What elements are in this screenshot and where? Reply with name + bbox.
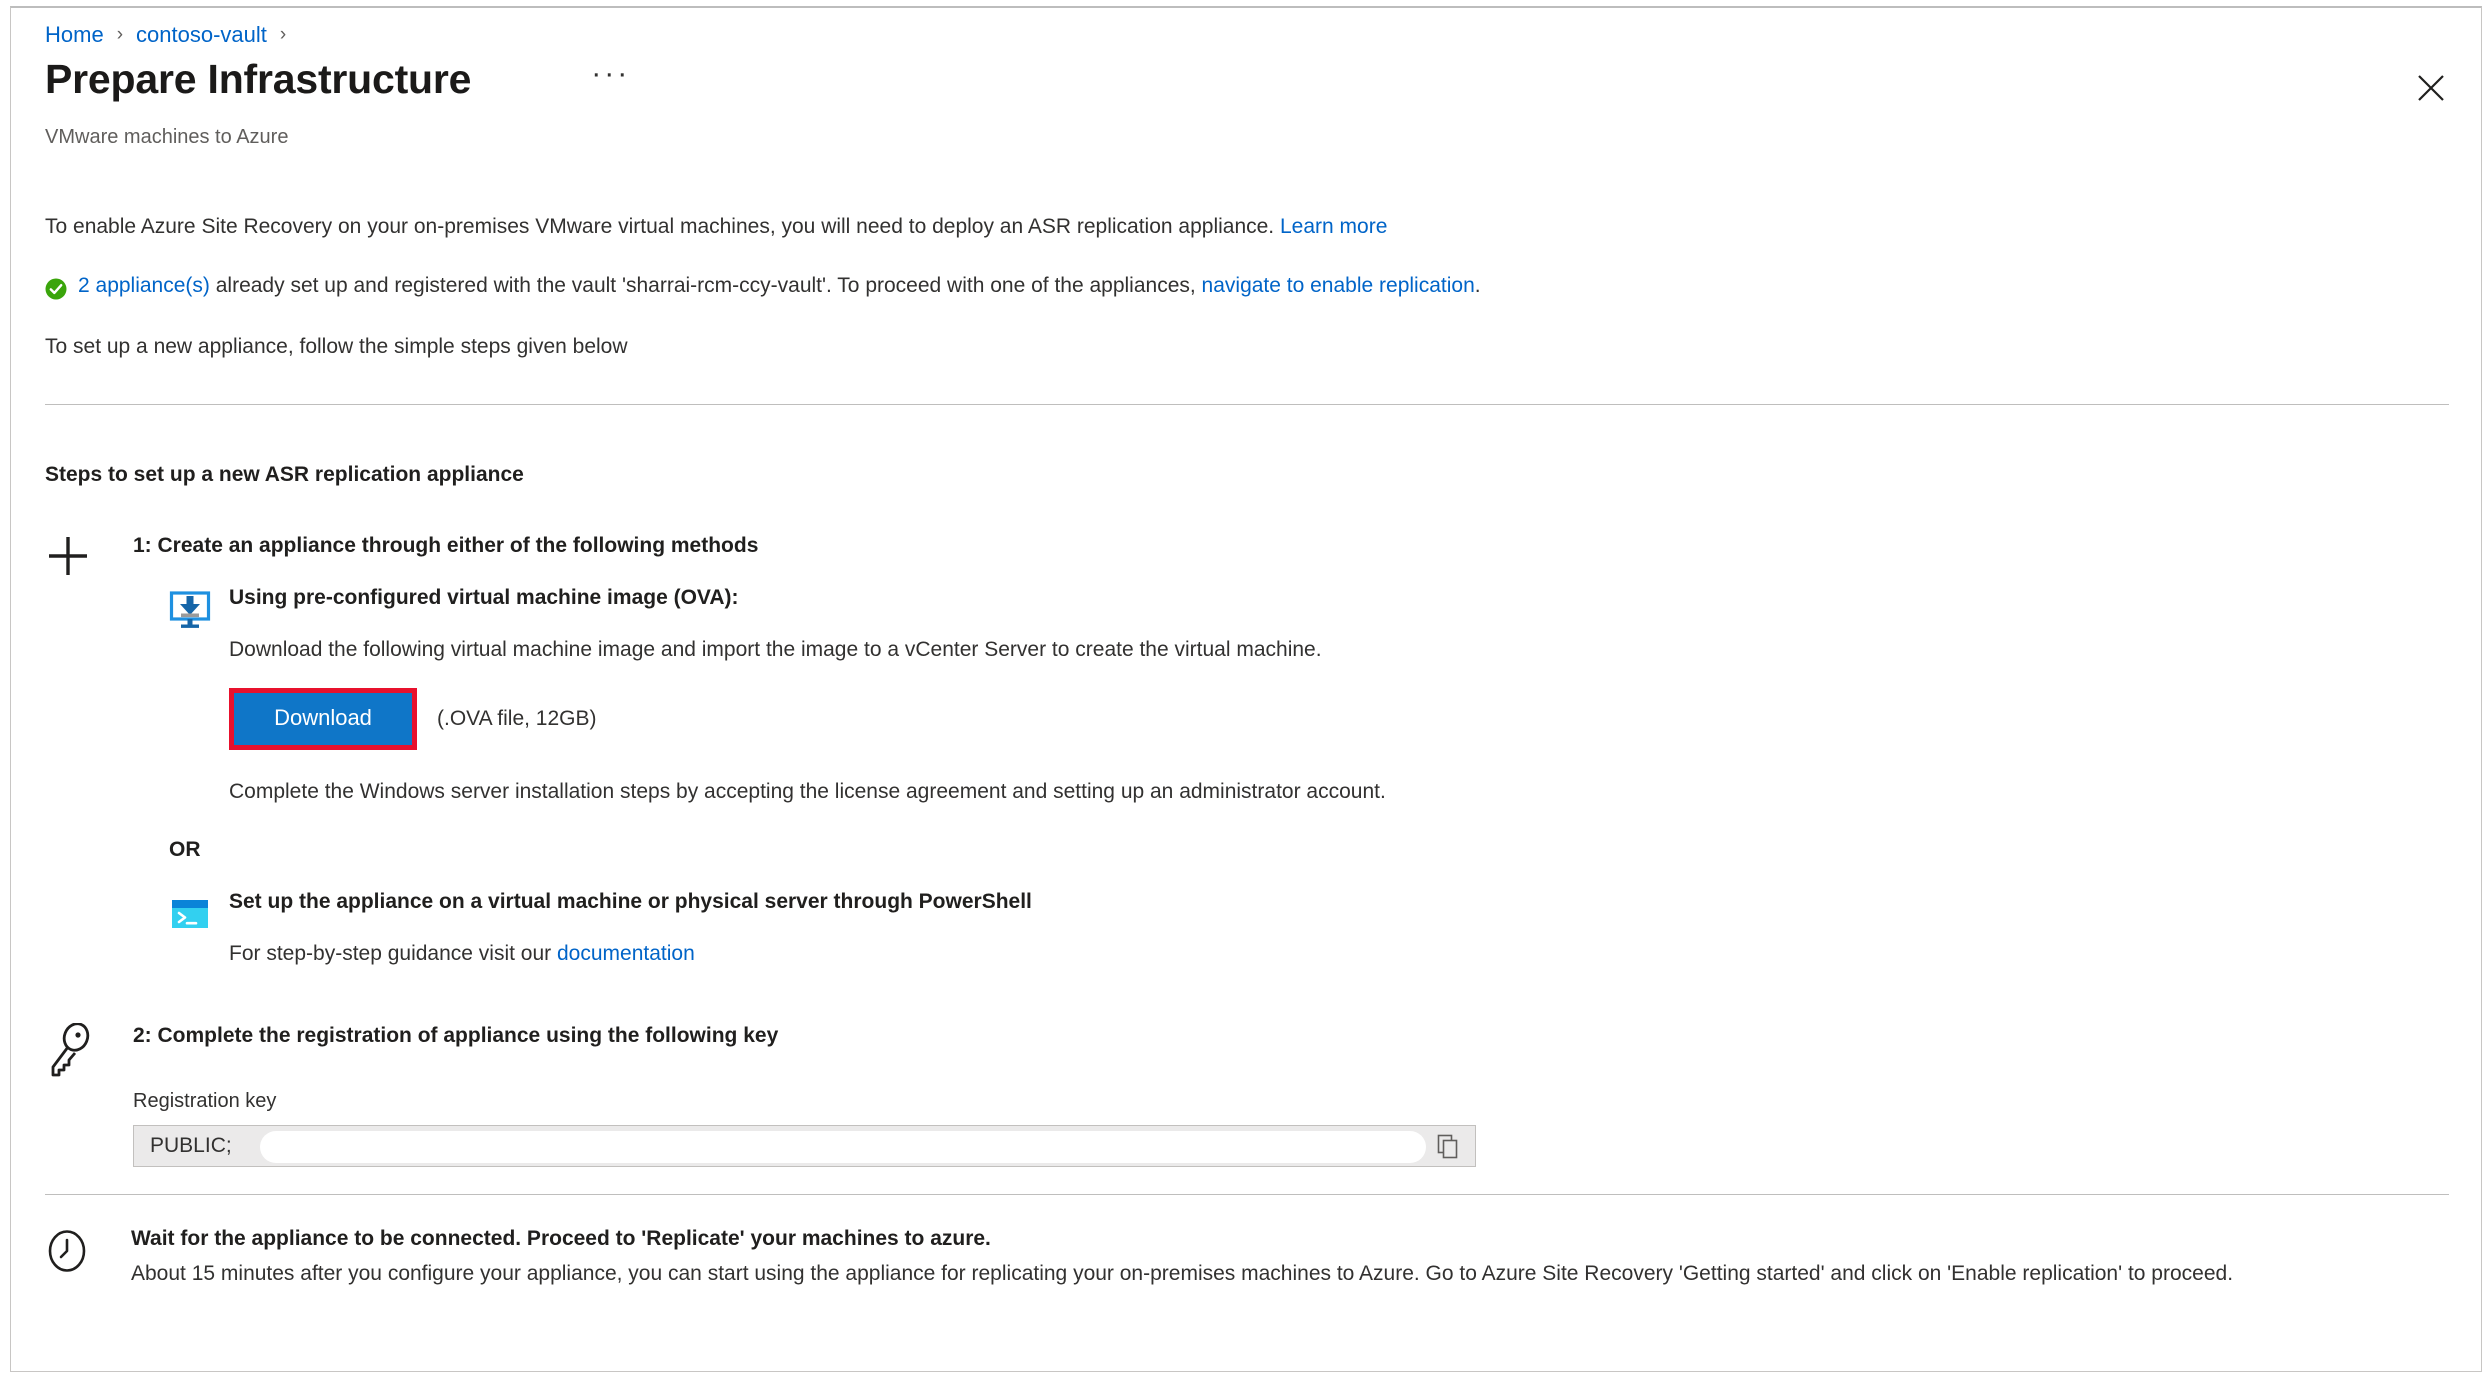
breadcrumb-item-contoso-vault[interactable]: contoso-vault xyxy=(136,22,267,48)
method-powershell: Set up the appliance on a virtual machin… xyxy=(133,890,1386,966)
method-powershell-title: Set up the appliance on a virtual machin… xyxy=(229,889,1032,913)
breadcrumb-separator-icon-2: › xyxy=(279,24,287,45)
method-ova-body: Using pre-configured virtual machine ima… xyxy=(229,586,1386,803)
monitor-download-icon xyxy=(169,589,211,631)
wait-notice: Wait for the appliance to be connected. … xyxy=(45,1225,2233,1289)
close-icon[interactable] xyxy=(2409,66,2453,110)
method-powershell-body: Set up the appliance on a virtual machin… xyxy=(229,890,1386,966)
download-note: (.OVA file, 12GB) xyxy=(437,706,597,730)
wait-notice-title: Wait for the appliance to be connected. … xyxy=(131,1227,991,1250)
steps-heading: Steps to set up a new ASR replication ap… xyxy=(45,463,524,486)
breadcrumb-separator-icon: › xyxy=(116,24,124,45)
method-ova-title: Using pre-configured virtual machine ima… xyxy=(229,586,739,610)
appliance-status-period: . xyxy=(1474,274,1481,297)
appliance-status-line: 2 appliance(s) already set up and regist… xyxy=(45,274,1481,300)
registration-key-value: PUBLIC; xyxy=(150,1134,232,1158)
plus-icon xyxy=(45,533,91,584)
step-2-icon-column xyxy=(45,1022,131,1084)
or-separator-label: OR xyxy=(169,837,201,861)
step-1-title: 1: Create an appliance through either of… xyxy=(133,534,759,557)
intro-text: To enable Azure Site Recovery on your on… xyxy=(45,212,1387,242)
download-highlight-box: Download xyxy=(229,688,417,750)
ellipsis-icon[interactable]: ··· xyxy=(583,58,638,97)
setup-hint-text: To set up a new appliance, follow the si… xyxy=(45,335,628,358)
divider-bottom xyxy=(45,1194,2449,1195)
success-check-icon xyxy=(45,278,67,300)
learn-more-link[interactable]: Learn more xyxy=(1280,215,1387,238)
method-powershell-text: For step-by-step guidance visit our docu… xyxy=(229,942,1386,966)
step-1: 1: Create an appliance through either of… xyxy=(45,533,1386,966)
divider-top xyxy=(45,404,2449,405)
breadcrumb: Home › contoso-vault › xyxy=(45,22,299,48)
documentation-text-pre: For step-by-step guidance visit our xyxy=(229,941,557,965)
intro-text-body: To enable Azure Site Recovery on your on… xyxy=(45,215,1280,238)
copy-icon[interactable] xyxy=(1435,1134,1461,1160)
terminal-icon xyxy=(169,893,211,935)
title-row: Prepare Infrastructure ··· xyxy=(45,56,638,103)
redaction-overlay xyxy=(260,1131,1426,1164)
wait-notice-text: About 15 minutes after you configure you… xyxy=(131,1262,2234,1286)
blade-panel: Home › contoso-vault › Prepare Infrastru… xyxy=(10,6,2482,1372)
method-ova-text: Download the following virtual machine i… xyxy=(229,638,1322,662)
navigate-enable-replication-link[interactable]: navigate to enable replication xyxy=(1202,274,1475,297)
step-2: 2: Complete the registration of applianc… xyxy=(45,1022,1476,1168)
step-2-body: 2: Complete the registration of applianc… xyxy=(133,1023,1476,1168)
wait-notice-body: Wait for the appliance to be connected. … xyxy=(131,1225,2233,1289)
step-1-icon-column xyxy=(45,533,131,584)
page-title: Prepare Infrastructure xyxy=(45,56,472,102)
documentation-link[interactable]: documentation xyxy=(557,942,695,965)
appliance-status-text: already set up and registered with the v… xyxy=(209,274,1202,297)
breadcrumb-item-home[interactable]: Home xyxy=(45,22,104,48)
key-icon xyxy=(45,1022,97,1084)
method-ova: Using pre-configured virtual machine ima… xyxy=(133,586,1386,803)
step-1-body: 1: Create an appliance through either of… xyxy=(133,533,1386,966)
download-row: Download (.OVA file, 12GB) xyxy=(229,688,1386,750)
page-subtitle: VMware machines to Azure xyxy=(45,126,289,148)
step-2-title: 2: Complete the registration of applianc… xyxy=(133,1024,779,1047)
method-ova-post-text: Complete the Windows server installation… xyxy=(229,779,1386,803)
clock-icon xyxy=(45,1229,89,1273)
appliance-count-link[interactable]: 2 appliance(s) xyxy=(78,274,210,297)
registration-key-field[interactable]: PUBLIC; xyxy=(133,1125,1476,1168)
registration-key-label: Registration key xyxy=(133,1090,277,1113)
download-button[interactable]: Download xyxy=(234,693,412,745)
